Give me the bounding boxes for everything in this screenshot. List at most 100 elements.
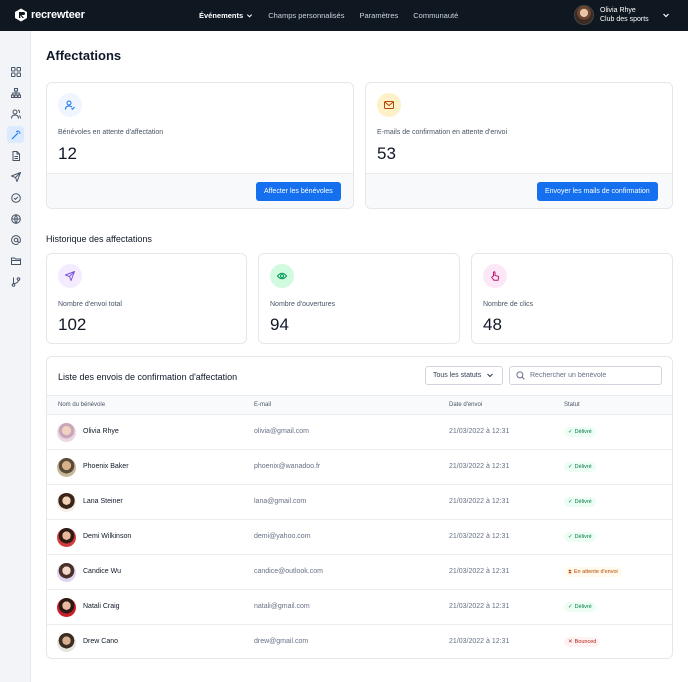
table-row[interactable]: Natali Craig natali@gmail.com 21/03/2022 à… xyxy=(47,590,672,625)
volunteer-email: demi@yahoo.com xyxy=(254,533,311,540)
volunteer-name[interactable]: Phoenix Baker xyxy=(83,463,129,470)
check-icon: ✓ xyxy=(568,499,573,505)
volunteer-name[interactable]: Olivia Rhye xyxy=(83,428,119,435)
nav-item-communaute[interactable]: Communauté xyxy=(413,11,458,20)
git-branch-icon[interactable] xyxy=(7,273,24,290)
status-badge: ✕ Bounced xyxy=(564,637,601,647)
column-header[interactable]: Date d'envoi xyxy=(449,402,482,408)
card-footer: Affecter les bénévoles xyxy=(47,173,353,208)
mail-icon xyxy=(377,93,401,117)
table-title: Liste des envois de confirmation d'affec… xyxy=(58,372,238,382)
user-name: Olivia Rhye xyxy=(600,7,636,14)
stat-card-clicks: Nombre de clics 48 xyxy=(471,253,673,344)
avatar xyxy=(57,563,76,582)
table-row[interactable]: Drew Cano drew@gmail.com 21/03/2022 à 12:3… xyxy=(47,625,672,658)
close-icon: ✕ xyxy=(568,639,573,645)
grid-icon[interactable] xyxy=(7,63,24,80)
check-circle-icon[interactable] xyxy=(7,189,24,206)
table-row[interactable]: Demi Wilkinson demi@yahoo.com 21/03/2022 à… xyxy=(47,520,672,555)
table-row[interactable]: Olivia Rhye olivia@gmail.com 21/03/2022 à … xyxy=(47,415,672,450)
volunteer-name[interactable]: Natali Craig xyxy=(83,603,120,610)
status-badge: ✓ Délivré xyxy=(564,532,596,542)
users-icon[interactable] xyxy=(7,105,24,122)
sidebar xyxy=(0,31,31,682)
stat-label: Nombre d'envoi total xyxy=(58,301,122,308)
status-badge: ✓ Délivré xyxy=(564,497,596,507)
status-label: Délivré xyxy=(574,429,592,435)
nav-item-evenements[interactable]: Événements xyxy=(199,11,253,20)
send-confirmation-emails-button[interactable]: Envoyer les mails de confirmation xyxy=(537,182,658,201)
brand-logo[interactable]: recrewteer xyxy=(14,8,85,22)
file-icon[interactable] xyxy=(7,147,24,164)
assign-volunteers-button[interactable]: Affecter les bénévoles xyxy=(256,182,341,201)
column-header[interactable]: Nom du bénévole xyxy=(58,402,105,408)
send-date: 21/03/2022 à 12:31 xyxy=(449,498,510,505)
main-content: Affectations Bénévoles en attente d'affe… xyxy=(31,31,688,682)
eye-icon xyxy=(270,264,294,288)
volunteer-email: phoenix@wanadoo.fr xyxy=(254,463,321,470)
check-icon: ✓ xyxy=(568,429,573,435)
table-header: Nom du bénévole E-mail Date d'envoi Stat… xyxy=(47,395,672,415)
history-title: Historique des affectations xyxy=(46,234,152,244)
card-label: Bénévoles en attente d'affectation xyxy=(58,129,164,136)
logo-icon xyxy=(15,8,27,22)
nav-item-label: Communauté xyxy=(413,11,459,20)
table-row[interactable]: Lana Steiner lana@gmail.com 21/03/2022 à 1… xyxy=(47,485,672,520)
status-label: Délivré xyxy=(574,499,592,505)
nav-item-champs[interactable]: Champs personnalisés xyxy=(268,11,344,20)
status-badge: ✓ Délivré xyxy=(564,602,596,612)
send-date: 21/03/2022 à 12:31 xyxy=(449,463,510,470)
send-date: 21/03/2022 à 12:31 xyxy=(449,603,510,610)
column-header[interactable]: E-mail xyxy=(254,402,271,408)
confirmation-sends-table: Liste des envois de confirmation d'affec… xyxy=(46,356,673,659)
send-icon xyxy=(58,264,82,288)
send-date: 21/03/2022 à 12:31 xyxy=(449,428,510,435)
volunteer-name[interactable]: Drew Cano xyxy=(83,638,118,645)
send-date: 21/03/2022 à 12:31 xyxy=(449,533,510,540)
volunteer-email: natali@gmail.com xyxy=(254,603,310,610)
table-row[interactable]: Phoenix Baker phoenix@wanadoo.fr 21/03/202… xyxy=(47,450,672,485)
avatar xyxy=(57,528,76,547)
volunteer-name[interactable]: Candice Wu xyxy=(83,568,121,575)
volunteer-name[interactable]: Lana Steiner xyxy=(83,498,123,505)
card-value: 53 xyxy=(377,144,396,163)
table-row[interactable]: Candice Wu candice@outlook.com 21/03/2022 … xyxy=(47,555,672,590)
hourglass-icon: ⧗ xyxy=(568,568,572,575)
status-label: Délivré xyxy=(574,604,592,610)
check-icon: ✓ xyxy=(568,534,573,540)
status-label: Délivré xyxy=(574,534,592,540)
avatar xyxy=(57,598,76,617)
nav-item-label: Champs personnalisés xyxy=(268,11,345,20)
column-header[interactable]: Statut xyxy=(564,402,580,408)
status-label: En attente d'envoi xyxy=(573,569,618,575)
status-filter-select[interactable]: Tous les statuts xyxy=(425,366,503,385)
org-chart-icon[interactable] xyxy=(7,84,24,101)
at-sign-icon[interactable] xyxy=(7,231,24,248)
search-box xyxy=(509,366,662,385)
globe-icon[interactable] xyxy=(7,210,24,227)
page-title: Affectations xyxy=(46,48,122,63)
chevron-down-icon xyxy=(663,13,669,18)
avatar xyxy=(57,423,76,442)
check-icon: ✓ xyxy=(568,604,573,610)
main-nav: Événements Champs personnalisés Paramètr… xyxy=(199,0,458,31)
stat-label: Nombre d'ouvertures xyxy=(270,301,336,308)
magic-wand-icon[interactable] xyxy=(7,126,24,143)
volunteer-name[interactable]: Demi Wilkinson xyxy=(83,533,131,540)
send-icon[interactable] xyxy=(7,168,24,185)
stat-card-total-sends: Nombre d'envoi total 102 xyxy=(46,253,247,344)
search-input[interactable] xyxy=(530,372,660,379)
card-footer: Envoyer les mails de confirmation xyxy=(366,173,672,208)
pointer-icon xyxy=(483,264,507,288)
nav-item-parametres[interactable]: Paramètres xyxy=(359,11,398,20)
chevron-down-icon xyxy=(487,373,493,378)
volunteer-email: drew@gmail.com xyxy=(254,638,309,645)
avatar xyxy=(574,5,594,25)
status-badge: ✓ Délivré xyxy=(564,427,596,437)
user-menu[interactable]: Olivia Rhye Club des sports xyxy=(574,5,669,25)
status-badge: ✓ Délivré xyxy=(564,462,596,472)
status-label: Délivré xyxy=(574,464,592,470)
folder-icon[interactable] xyxy=(7,252,24,269)
nav-item-label: Paramètres xyxy=(359,11,399,20)
send-date: 21/03/2022 à 12:31 xyxy=(449,568,510,575)
